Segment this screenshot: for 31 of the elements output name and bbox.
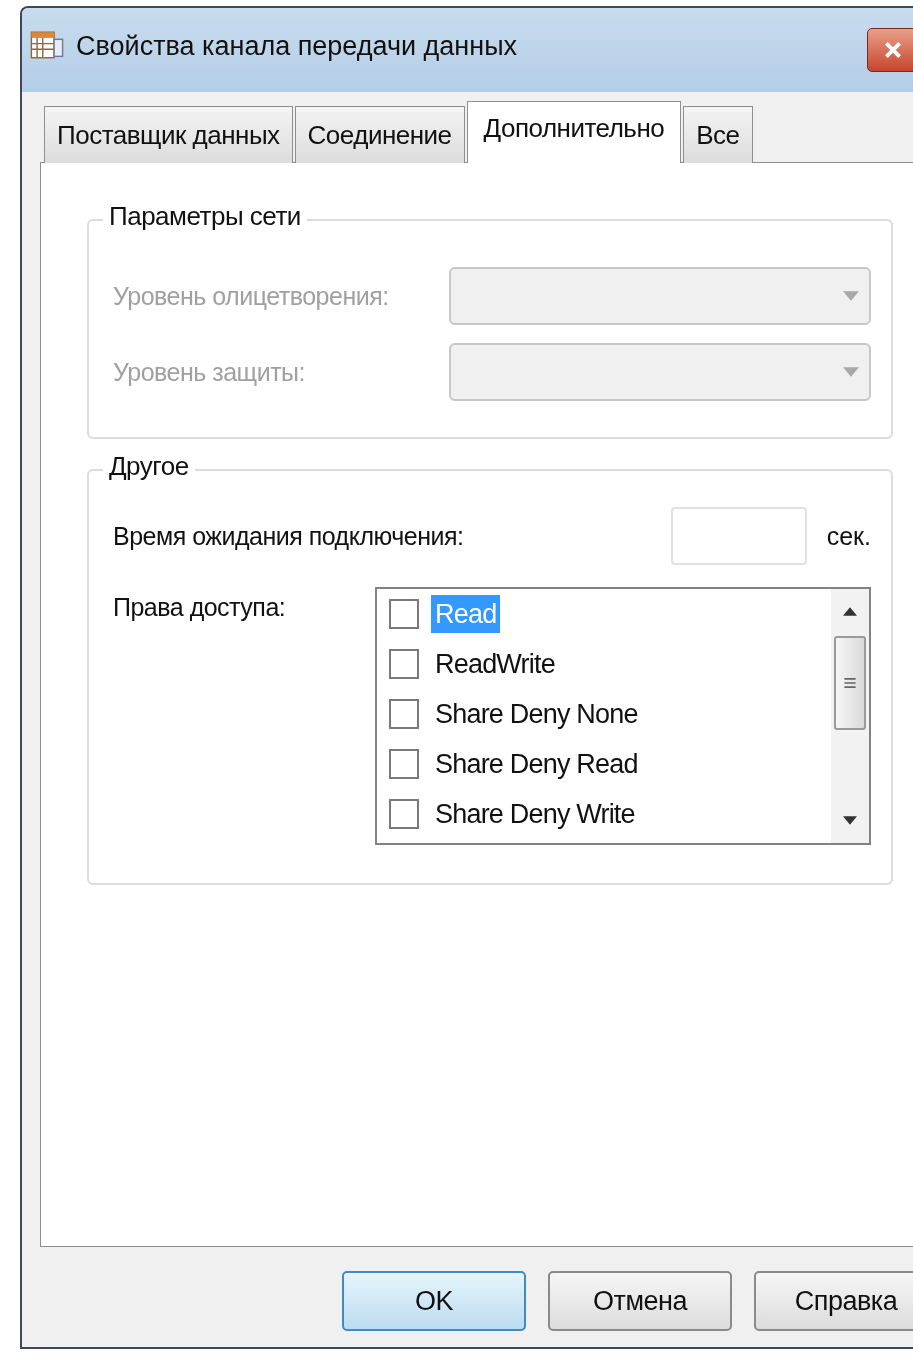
list-item[interactable]: Share Deny Read bbox=[431, 745, 642, 783]
unit-label: сек. bbox=[826, 521, 871, 551]
checkbox[interactable] bbox=[389, 649, 419, 679]
checkbox[interactable] bbox=[389, 699, 419, 729]
window-title: Свойства канала передачи данных bbox=[76, 30, 518, 62]
dialog-button[interactable]: OK bbox=[342, 1271, 526, 1331]
input-field[interactable] bbox=[670, 507, 807, 565]
scrollbar[interactable] bbox=[831, 589, 869, 843]
caret-icon bbox=[843, 291, 859, 301]
field-label: Время ожидания подключения: bbox=[113, 521, 464, 551]
tab[interactable]: Поставщик данных bbox=[44, 106, 293, 163]
grip-icon bbox=[843, 676, 857, 690]
checkbox[interactable] bbox=[389, 799, 419, 829]
field-label: Уровень олицетворения: bbox=[113, 281, 389, 311]
field-label: Уровень защиты: bbox=[113, 357, 305, 387]
close-icon bbox=[882, 39, 904, 61]
caret-icon bbox=[843, 367, 859, 377]
tab[interactable]: Все bbox=[683, 106, 753, 163]
tab[interactable]: Дополнительно bbox=[466, 101, 682, 163]
field-label: Права доступа: bbox=[113, 593, 286, 622]
scroll-up-icon[interactable] bbox=[843, 607, 857, 616]
checkbox[interactable] bbox=[389, 749, 419, 779]
scrollbar-thumb[interactable] bbox=[834, 636, 866, 730]
scroll-down-icon[interactable] bbox=[843, 816, 857, 825]
dialog-button[interactable]: Справка bbox=[754, 1271, 913, 1331]
list-item[interactable]: ReadWrite bbox=[431, 645, 559, 683]
tab[interactable]: Соединение bbox=[294, 106, 465, 163]
list-item[interactable]: Share Deny Write bbox=[431, 795, 639, 833]
dialog-button[interactable]: Отмена bbox=[548, 1271, 732, 1331]
checkbox[interactable] bbox=[389, 599, 419, 629]
list-item[interactable]: Share Deny None bbox=[431, 695, 642, 733]
